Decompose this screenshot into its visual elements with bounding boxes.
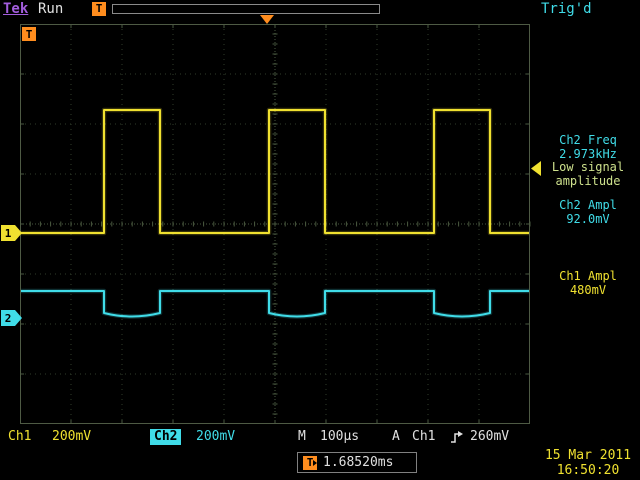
brand-label: Tek (3, 1, 28, 17)
trigger-t-badge-label: T (26, 28, 33, 41)
trigger-time-value: 1.68520ms (323, 455, 393, 470)
oscilloscope-screen: T 1 2 Tek Run T Trig'd Ch2 Freq 2.973kHz… (0, 0, 640, 480)
ch1-readout-label: Ch1 (8, 429, 31, 445)
timebase-label: M (298, 429, 306, 445)
low-signal-warning-line1: Low signal (536, 161, 640, 175)
rising-slope-icon (450, 431, 465, 445)
trigger-status: Trig'd (541, 1, 592, 17)
trigger-arrow-icon (313, 460, 317, 466)
ch1-ampl-label: Ch1 Ampl (536, 270, 640, 284)
horizontal-record-bar (112, 4, 380, 14)
date-readout: 15 Mar 2011 (538, 448, 638, 463)
trigger-time-icon: T (303, 456, 317, 470)
trigger-mode-label: A (392, 429, 400, 445)
ch2-freq-label: Ch2 Freq (536, 134, 640, 148)
ch2-freq-measurement: Ch2 Freq 2.973kHz Low signal amplitude (536, 134, 640, 188)
timebase-readout: 100µs (320, 429, 359, 445)
ch2-readout-badge: Ch2 (150, 429, 181, 445)
ch1-ground-marker-label: 1 (5, 227, 12, 240)
ch2-ampl-value: 92.0mV (536, 213, 640, 227)
datetime-readout: 15 Mar 2011 16:50:20 (538, 448, 638, 478)
trigger-position-marker-icon (260, 15, 274, 24)
ch2-ampl-measurement: Ch2 Ampl 92.0mV (536, 199, 640, 226)
acquisition-status: Run (38, 1, 63, 17)
ch1-ampl-value: 480mV (536, 284, 640, 298)
ch2-ampl-label: Ch2 Ampl (536, 199, 640, 213)
ch2-ground-marker-label: 2 (5, 312, 12, 325)
low-signal-warning-line2: amplitude (536, 175, 640, 189)
ch2-scale-readout: 200mV (196, 429, 235, 445)
scope-display: T 1 2 (0, 0, 640, 480)
trigger-time-box: T 1.68520ms (297, 452, 417, 473)
graticule-grid (20, 24, 530, 424)
ch1-ampl-measurement: Ch1 Ampl 480mV (536, 270, 640, 297)
trigger-level-readout: 260mV (470, 429, 509, 445)
trigger-source: Ch1 (412, 429, 435, 445)
ch2-freq-value: 2.973kHz (536, 148, 640, 162)
ch1-scale-readout: 200mV (52, 429, 91, 445)
trigger-icon: T (92, 2, 106, 16)
time-readout: 16:50:20 (538, 463, 638, 478)
